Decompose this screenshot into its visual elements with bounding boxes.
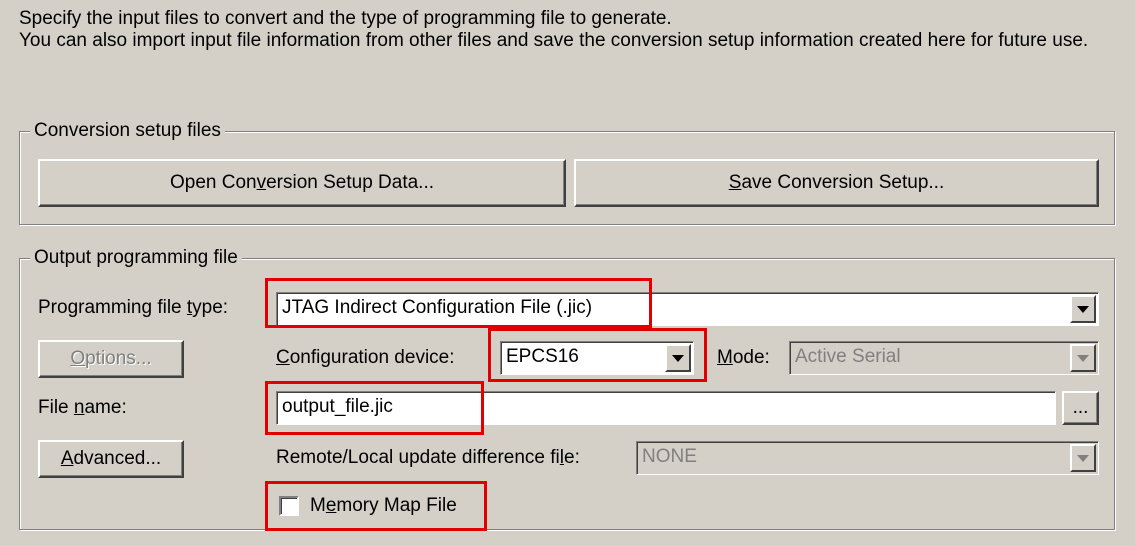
type-label-pre: Programming file bbox=[38, 297, 187, 318]
configuration-device-select[interactable]: EPCS16 bbox=[500, 341, 694, 375]
conversion-setup-title: Conversion setup files bbox=[30, 119, 225, 143]
device-label-post: onfiguration device: bbox=[289, 347, 455, 368]
save-conversion-setup-button[interactable]: Save Conversion Setup... bbox=[574, 159, 1099, 207]
options-button-mnemonic: O bbox=[70, 348, 86, 369]
mode-value: Active Serial bbox=[795, 346, 901, 367]
filename-label-pre: File bbox=[38, 397, 74, 418]
difference-file-label: Remote/Local update difference file: bbox=[276, 446, 580, 470]
configuration-device-label: Configuration device: bbox=[276, 346, 455, 370]
chevron-down-icon[interactable] bbox=[1070, 344, 1096, 372]
advanced-button[interactable]: Advanced... bbox=[38, 440, 184, 478]
difference-file-value: NONE bbox=[642, 446, 697, 467]
chevron-down-icon[interactable] bbox=[1070, 295, 1096, 323]
save-button-mnemonic: S bbox=[728, 172, 742, 193]
open-button-label-post: ersion Setup Data... bbox=[266, 172, 435, 193]
difference-file-select[interactable]: NONE bbox=[636, 441, 1099, 475]
save-button-label-post: ave Conversion Setup... bbox=[741, 172, 945, 193]
file-name-input[interactable]: output_file.jic bbox=[276, 391, 1056, 425]
mode-select[interactable]: Active Serial bbox=[789, 341, 1099, 375]
mode-label-mnemonic: M bbox=[717, 347, 733, 368]
programming-file-type-label: Programming file type: bbox=[38, 296, 228, 320]
file-name-value: output_file.jic bbox=[282, 396, 393, 417]
configuration-device-value: EPCS16 bbox=[506, 346, 579, 367]
open-button-mnemonic: v bbox=[256, 172, 267, 193]
programming-file-type-value: JTAG Indirect Configuration File (.jic) bbox=[282, 297, 593, 318]
intro-line-2: You can also import input file informati… bbox=[19, 30, 1089, 51]
diff-label-post: e: bbox=[564, 447, 580, 468]
options-button[interactable]: Options... bbox=[38, 340, 184, 378]
advanced-button-mnemonic: A bbox=[60, 448, 74, 469]
options-button-label-post: ptions... bbox=[85, 348, 152, 369]
intro-line-1: Specify the input files to convert and t… bbox=[19, 8, 672, 29]
mode-label: Mode: bbox=[717, 346, 770, 370]
advanced-button-label-post: dvanced... bbox=[73, 448, 162, 469]
filename-label-mnemonic: n bbox=[73, 397, 85, 418]
open-button-label-pre: Open Con bbox=[169, 172, 257, 193]
memory-map-label-post: mory Map File bbox=[336, 495, 457, 516]
programming-file-type-select[interactable]: JTAG Indirect Configuration File (.jic) bbox=[276, 292, 1099, 326]
filename-label-post: ame: bbox=[84, 397, 127, 418]
browse-button[interactable]: ... bbox=[1062, 391, 1099, 425]
device-label-mnemonic: C bbox=[276, 347, 290, 368]
output-programming-title: Output programming file bbox=[30, 246, 242, 270]
memory-map-label-pre: M bbox=[310, 495, 326, 516]
type-label-post: ype: bbox=[192, 297, 229, 318]
mode-label-post: ode: bbox=[732, 347, 770, 368]
diff-label-pre: Remote/Local update difference fi bbox=[276, 447, 560, 468]
memory-map-mnemonic: e bbox=[325, 495, 337, 516]
chevron-down-icon[interactable] bbox=[665, 344, 691, 372]
intro-text: Specify the input files to convert and t… bbox=[19, 8, 1114, 52]
open-conversion-setup-button[interactable]: Open Con v ersion Setup Data... bbox=[38, 159, 566, 207]
memory-map-checkbox[interactable] bbox=[279, 496, 299, 516]
file-name-label: File name: bbox=[38, 396, 127, 420]
chevron-down-icon[interactable] bbox=[1070, 444, 1096, 472]
browse-button-label: ... bbox=[1072, 397, 1089, 418]
memory-map-label[interactable]: Memory Map File bbox=[310, 494, 457, 518]
